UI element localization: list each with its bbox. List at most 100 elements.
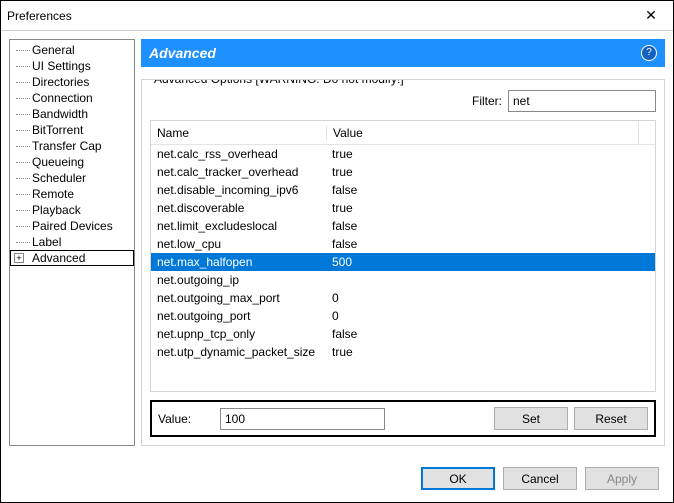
cell-value: false (326, 327, 655, 341)
ok-button[interactable]: OK (421, 467, 495, 490)
cell-name: net.calc_rss_overhead (151, 147, 326, 161)
cell-name: net.discoverable (151, 201, 326, 215)
cell-name: net.calc_tracker_overhead (151, 165, 326, 179)
tree-connector-icon (16, 194, 30, 195)
filter-row: Filter: (150, 90, 656, 112)
sidebar-item-bandwidth[interactable]: Bandwidth (10, 106, 134, 122)
sidebar-item-label: UI Settings (32, 59, 91, 73)
sidebar-item-general[interactable]: General (10, 42, 134, 58)
category-tree[interactable]: General UI SettingsDirectoriesConnection B… (9, 39, 135, 446)
sidebar-item-label: Connection (32, 91, 93, 105)
expand-icon[interactable]: + (14, 253, 24, 263)
sidebar-item-connection[interactable]: Connection (10, 90, 134, 106)
sidebar-item-label: BitTorrent (32, 123, 83, 137)
value-input[interactable] (220, 408, 385, 430)
table-row[interactable]: net.outgoing_port0 (151, 307, 655, 325)
panel-title: Advanced (149, 45, 216, 61)
tree-connector-icon (16, 98, 30, 99)
sidebar-item-label: General (32, 43, 75, 57)
reset-button[interactable]: Reset (574, 407, 648, 430)
advanced-options-group: Advanced Options [WARNING: Do not modify… (141, 79, 665, 446)
sidebar-item-label: Paired Devices (32, 219, 113, 233)
scrollbar-header-spacer (638, 121, 655, 144)
cell-name: net.outgoing_max_port (151, 291, 326, 305)
table-row[interactable]: net.low_cpufalse (151, 235, 655, 253)
preferences-window: Preferences ✕ General UI SettingsDirector… (0, 0, 674, 503)
sidebar-item-label: Transfer Cap (32, 139, 102, 153)
cell-value: 500 (326, 255, 655, 269)
cell-value: true (326, 345, 655, 359)
sidebar-item-remote[interactable]: Remote (10, 186, 134, 202)
options-table: Name Value net.calc_rss_overheadtruenet.… (150, 120, 656, 392)
sidebar-item-directories[interactable]: Directories (10, 74, 134, 90)
sidebar-item-transfer-cap[interactable]: Transfer Cap (10, 138, 134, 154)
cell-value: 0 (326, 309, 655, 323)
table-header: Name Value (151, 121, 655, 145)
cell-value: true (326, 165, 655, 179)
sidebar-item-scheduler[interactable]: Scheduler (10, 170, 134, 186)
sidebar-item-label: Remote (32, 187, 74, 201)
tree-connector-icon (16, 82, 30, 83)
main-panel: Advanced ? Advanced Options [WARNING: Do… (141, 39, 665, 446)
cell-value: false (326, 237, 655, 251)
dialog-footer: OK Cancel Apply (1, 454, 673, 502)
tree-connector-icon (16, 210, 30, 211)
value-label: Value: (158, 412, 214, 426)
cell-name: net.upnp_tcp_only (151, 327, 326, 341)
tree-connector-icon (16, 114, 30, 115)
cell-value: true (326, 201, 655, 215)
tree-connector-icon (16, 66, 30, 67)
close-icon: ✕ (645, 7, 657, 24)
cell-name: net.limit_excludeslocal (151, 219, 326, 233)
table-row[interactable]: net.utp_dynamic_packet_sizetrue (151, 343, 655, 361)
table-body[interactable]: net.calc_rss_overheadtruenet.calc_tracke… (151, 145, 655, 391)
column-value[interactable]: Value (326, 126, 638, 140)
titlebar: Preferences ✕ (1, 1, 673, 31)
sidebar-item-label: Bandwidth (32, 107, 88, 121)
cell-name: net.utp_dynamic_packet_size (151, 345, 326, 359)
column-name[interactable]: Name (151, 126, 326, 140)
tree-connector-icon (16, 242, 30, 243)
sidebar-item-label: Scheduler (32, 171, 86, 185)
help-icon[interactable]: ? (641, 45, 657, 61)
table-row[interactable]: net.upnp_tcp_onlyfalse (151, 325, 655, 343)
panel-header: Advanced ? (141, 39, 665, 67)
sidebar-item-label[interactable]: Label (10, 234, 134, 250)
table-row[interactable]: net.outgoing_max_port0 (151, 289, 655, 307)
sidebar-item-paired-devices[interactable]: Paired Devices (10, 218, 134, 234)
table-row[interactable]: net.limit_excludeslocalfalse (151, 217, 655, 235)
table-row[interactable]: net.discoverabletrue (151, 199, 655, 217)
cell-name: net.outgoing_port (151, 309, 326, 323)
table-row[interactable]: net.outgoing_ip (151, 271, 655, 289)
table-row[interactable]: net.calc_rss_overheadtrue (151, 145, 655, 163)
sidebar-item-label: Playback (32, 203, 81, 217)
tree-connector-icon (16, 162, 30, 163)
sidebar-item-ui-settings[interactable]: UI Settings (10, 58, 134, 74)
group-title: Advanced Options [WARNING: Do not modify… (150, 79, 408, 86)
apply-button[interactable]: Apply (585, 467, 659, 490)
sidebar-item-queueing[interactable]: Queueing (10, 154, 134, 170)
value-editor-row: Value: Set Reset (150, 400, 656, 437)
window-title: Preferences (7, 9, 72, 23)
cell-value: true (326, 147, 655, 161)
filter-label: Filter: (472, 94, 502, 108)
cell-value: false (326, 183, 655, 197)
set-button[interactable]: Set (494, 407, 568, 430)
cell-value: 0 (326, 291, 655, 305)
table-row[interactable]: net.disable_incoming_ipv6false (151, 181, 655, 199)
sidebar-item-advanced[interactable]: +Advanced (10, 250, 134, 266)
tree-connector-icon (16, 146, 30, 147)
cancel-button[interactable]: Cancel (503, 467, 577, 490)
sidebar-item-bittorrent[interactable]: BitTorrent (10, 122, 134, 138)
tree-connector-icon (16, 226, 30, 227)
cell-name: net.disable_incoming_ipv6 (151, 183, 326, 197)
filter-input[interactable] (508, 90, 656, 112)
sidebar-item-playback[interactable]: Playback (10, 202, 134, 218)
sidebar-item-label: Queueing (32, 155, 84, 169)
window-body: General UI SettingsDirectoriesConnection B… (1, 31, 673, 454)
cell-name: net.outgoing_ip (151, 273, 326, 287)
close-button[interactable]: ✕ (631, 2, 671, 30)
sidebar-item-label: Label (32, 235, 61, 249)
table-row[interactable]: net.max_halfopen500 (151, 253, 655, 271)
table-row[interactable]: net.calc_tracker_overheadtrue (151, 163, 655, 181)
